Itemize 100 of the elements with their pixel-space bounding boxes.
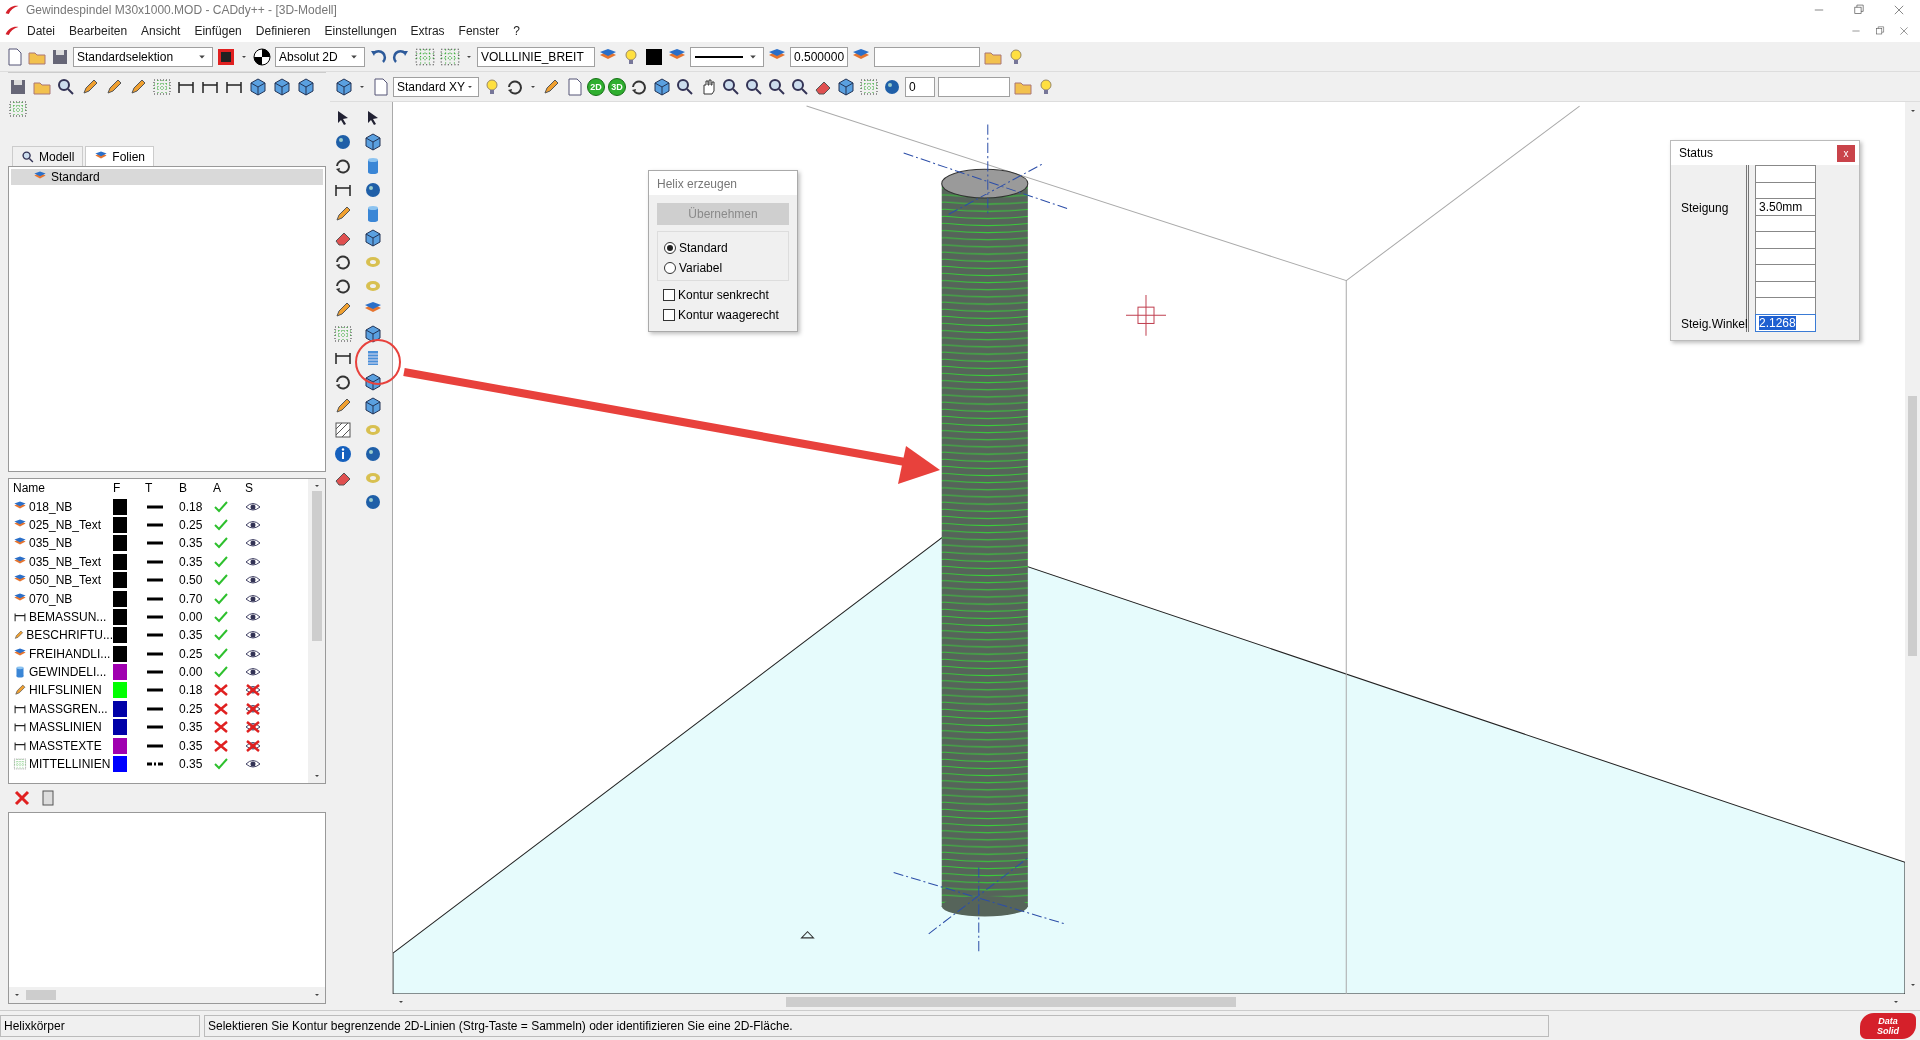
- column-header[interactable]: T: [145, 481, 179, 496]
- value-field[interactable]: [1755, 231, 1816, 249]
- close-button[interactable]: x: [1837, 144, 1855, 162]
- cross-icon[interactable]: [213, 701, 229, 716]
- tree-item[interactable]: Standard: [11, 169, 323, 185]
- menu-item[interactable]: Bearbeiten: [62, 24, 135, 38]
- swatch-icon[interactable]: [644, 46, 664, 67]
- menu-item[interactable]: Einstellungen: [317, 24, 404, 38]
- pen-box-icon[interactable]: [216, 46, 236, 67]
- view-dropdown[interactable]: Standard XY: [393, 76, 479, 97]
- radio-button[interactable]: [664, 262, 676, 274]
- color-swatch[interactable]: [113, 627, 127, 644]
- check-icon[interactable]: [213, 536, 229, 551]
- color-swatch[interactable]: [113, 608, 127, 625]
- color-swatch[interactable]: [113, 719, 127, 736]
- zoom-icon[interactable]: [21, 149, 35, 164]
- color-swatch[interactable]: [113, 590, 127, 607]
- column-header[interactable]: S: [245, 481, 277, 496]
- pencil-icon[interactable]: [333, 204, 353, 224]
- menu-item[interactable]: Datei: [20, 24, 62, 38]
- cube-icon[interactable]: [272, 77, 292, 97]
- scrollbar-thumb[interactable]: [311, 491, 322, 641]
- checkbox[interactable]: [663, 289, 675, 301]
- check-icon[interactable]: [213, 757, 229, 772]
- cube-icon[interactable]: [363, 396, 383, 416]
- cube-icon[interactable]: [363, 228, 383, 248]
- sphere-icon[interactable]: [333, 132, 353, 152]
- pencil-icon[interactable]: [13, 683, 27, 698]
- value-field[interactable]: [1755, 264, 1816, 282]
- column-header[interactable]: F: [113, 481, 145, 496]
- check-icon[interactable]: [213, 573, 229, 588]
- scrollbar-thumb[interactable]: [26, 990, 56, 1000]
- grid-icon[interactable]: [152, 77, 172, 97]
- option-label[interactable]: Variabel: [679, 261, 723, 275]
- hidden-eye-icon[interactable]: [245, 720, 261, 735]
- pencil-icon[interactable]: [333, 396, 353, 416]
- pencil-icon[interactable]: [80, 77, 100, 97]
- threaded-rod-drawing[interactable]: [941, 168, 1029, 917]
- color-swatch[interactable]: [113, 700, 127, 717]
- cube-icon[interactable]: [296, 77, 316, 97]
- color-swatch[interactable]: [113, 664, 127, 681]
- panel-tab[interactable]: Folien: [85, 146, 155, 166]
- cube-icon[interactable]: [363, 132, 383, 152]
- cube-icon[interactable]: [363, 324, 383, 344]
- zoom-icon[interactable]: [675, 76, 695, 97]
- check-icon[interactable]: [213, 517, 229, 532]
- zoom-icon[interactable]: [790, 76, 810, 97]
- restore-icon[interactable]: [1874, 25, 1886, 37]
- color-swatch[interactable]: [113, 516, 127, 533]
- save-icon[interactable]: [8, 77, 28, 97]
- menu-item[interactable]: Einfügen: [187, 24, 249, 38]
- color-swatch[interactable]: [113, 737, 127, 754]
- cube-icon[interactable]: [652, 76, 672, 97]
- input-field[interactable]: [874, 46, 980, 67]
- close-icon[interactable]: [1898, 25, 1910, 37]
- menu-item[interactable]: Definieren: [248, 24, 318, 38]
- cube-icon[interactable]: [363, 372, 383, 392]
- line-type-field[interactable]: VOLLLINIE_BREIT: [477, 46, 595, 67]
- pencil-icon[interactable]: [104, 77, 124, 97]
- cube-icon[interactable]: [248, 77, 268, 97]
- color-swatch[interactable]: [113, 756, 127, 773]
- hatch-icon[interactable]: [333, 420, 353, 440]
- cube-icon[interactable]: [334, 76, 354, 97]
- checkbox-label[interactable]: Kontur senkrecht: [678, 288, 769, 302]
- grid-icon[interactable]: [8, 99, 28, 119]
- sphere-icon[interactable]: [363, 492, 383, 512]
- menu-item[interactable]: ?: [506, 24, 527, 38]
- line-width-field[interactable]: 0.500000: [790, 46, 848, 67]
- close-icon[interactable]: [1892, 3, 1906, 17]
- cross-icon[interactable]: [213, 720, 229, 735]
- zoom-icon[interactable]: [721, 76, 741, 97]
- info-icon[interactable]: [333, 444, 353, 464]
- option-label[interactable]: Standard: [679, 241, 728, 255]
- scrollbar-thumb[interactable]: [1908, 396, 1917, 656]
- column-header[interactable]: B: [179, 481, 213, 496]
- check-icon[interactable]: [213, 591, 229, 606]
- coordinates-dropdown[interactable]: Absolut 2D: [275, 46, 365, 67]
- pencil-icon[interactable]: [333, 300, 353, 320]
- color-swatch[interactable]: [113, 498, 127, 515]
- scrollbar-thumb[interactable]: [786, 997, 1236, 1007]
- check-icon[interactable]: [213, 646, 229, 661]
- restore-icon[interactable]: [1852, 3, 1866, 17]
- value-field[interactable]: [1755, 297, 1816, 315]
- selection-dropdown[interactable]: Standardselektion: [73, 46, 213, 67]
- line-style-dropdown[interactable]: [690, 46, 764, 67]
- color-swatch[interactable]: [113, 572, 127, 589]
- value-field[interactable]: 3.50mm: [1755, 198, 1816, 216]
- color-swatch[interactable]: [113, 553, 127, 570]
- check-icon[interactable]: [213, 665, 229, 680]
- panel-tab[interactable]: Modell: [12, 146, 84, 166]
- grid-icon[interactable]: [333, 324, 353, 344]
- check-icon[interactable]: [213, 554, 229, 569]
- value-field[interactable]: [1755, 165, 1816, 183]
- sphere-icon[interactable]: [363, 180, 383, 200]
- sphere-icon[interactable]: [363, 444, 383, 464]
- cross-icon[interactable]: [213, 738, 229, 753]
- zoom-icon[interactable]: [744, 76, 764, 97]
- check-icon[interactable]: [213, 628, 229, 643]
- hidden-eye-icon[interactable]: [245, 683, 261, 698]
- cross-icon[interactable]: [213, 683, 229, 698]
